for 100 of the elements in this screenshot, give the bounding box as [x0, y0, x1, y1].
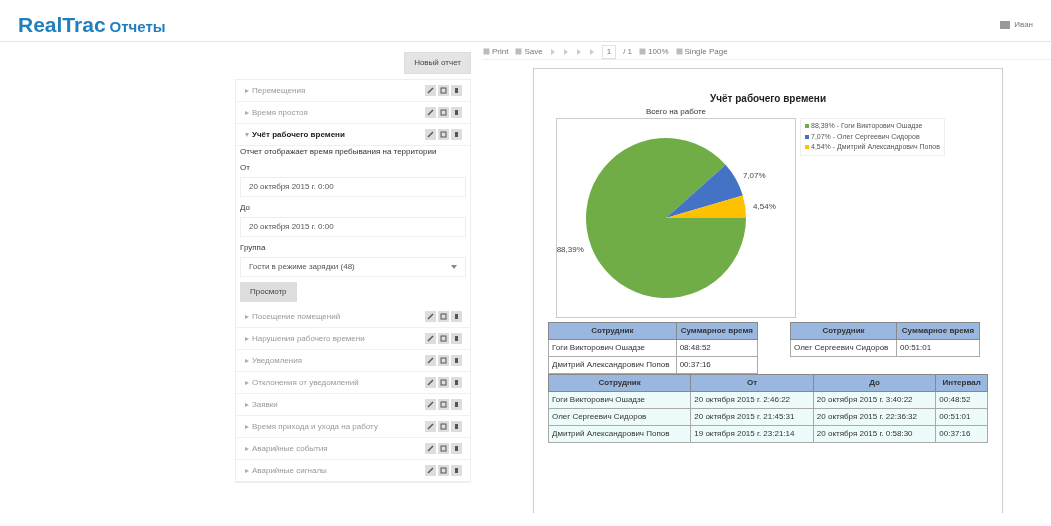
user-menu[interactable]: Иван — [1014, 18, 1033, 31]
edit-icon — [426, 130, 435, 139]
caret-icon[interactable] — [244, 335, 250, 342]
data-label: 4,54% — [753, 201, 776, 211]
caret-icon[interactable] — [244, 313, 250, 320]
edit-button[interactable] — [425, 443, 436, 454]
copy-button[interactable] — [438, 355, 449, 366]
delete-button[interactable] — [451, 85, 462, 96]
column-header: От — [690, 374, 814, 392]
delete-icon — [452, 444, 461, 453]
copy-icon — [439, 444, 448, 453]
column-header: Сотрудник — [548, 322, 677, 340]
report-description: Отчет отображает время пребывания на территории — [240, 146, 438, 158]
date-field[interactable]: 20 октября 2015 г. 0:00 — [240, 177, 466, 197]
edit-button[interactable] — [425, 311, 436, 322]
delete-button[interactable] — [451, 129, 462, 140]
delete-button[interactable] — [451, 333, 462, 344]
delete-icon — [452, 466, 461, 475]
delete-button[interactable] — [451, 465, 462, 476]
table-cell: 00:51:01 — [896, 339, 980, 357]
caret-icon[interactable] — [244, 401, 250, 408]
delete-button[interactable] — [451, 399, 462, 410]
copy-icon — [439, 400, 448, 409]
report-name[interactable]: Время простоя — [252, 106, 308, 119]
save-button[interactable]: Save — [515, 45, 543, 58]
page-total: / 1 — [623, 45, 633, 58]
caret-icon[interactable] — [244, 467, 250, 474]
logo[interactable]: RealTrac — [18, 8, 106, 41]
copy-icon — [439, 108, 448, 117]
edit-button[interactable] — [425, 107, 436, 118]
copy-button[interactable] — [438, 443, 449, 454]
new-report-button[interactable]: Новый отчет — [404, 52, 471, 74]
report-name[interactable]: Посещение помещений — [252, 310, 341, 323]
edit-button[interactable] — [425, 377, 436, 388]
group-select[interactable]: Гости в режиме зарядки (48) — [240, 257, 466, 277]
edit-button[interactable] — [425, 465, 436, 476]
column-header: Сотрудник — [790, 322, 897, 340]
chevron-icon — [451, 265, 457, 269]
copy-button[interactable] — [438, 465, 449, 476]
copy-button[interactable] — [438, 421, 449, 432]
copy-button[interactable] — [438, 377, 449, 388]
caret-icon[interactable] — [244, 109, 250, 116]
page-field[interactable]: 1 — [601, 44, 617, 59]
edit-icon — [426, 422, 435, 431]
report-name[interactable]: Перемещения — [252, 84, 306, 97]
edit-button[interactable] — [425, 333, 436, 344]
edit-button[interactable] — [425, 421, 436, 432]
edit-button[interactable] — [425, 355, 436, 366]
caret-icon[interactable] — [244, 379, 250, 386]
zoom-button[interactable]: 100% — [639, 45, 669, 58]
report-name[interactable]: Аварийные события — [252, 442, 328, 455]
copy-button[interactable] — [438, 129, 449, 140]
edit-icon — [426, 108, 435, 117]
edit-icon — [426, 312, 435, 321]
delete-button[interactable] — [451, 421, 462, 432]
copy-button[interactable] — [438, 333, 449, 344]
delete-button[interactable] — [451, 377, 462, 388]
view-button[interactable]: Просмотр — [240, 282, 297, 302]
print-button[interactable]: Print — [483, 45, 509, 58]
table-cell: 00:37:16 — [676, 356, 758, 374]
delete-icon — [452, 400, 461, 409]
caret-icon[interactable] — [244, 423, 250, 430]
edit-icon — [426, 86, 435, 95]
table-cell: 08:48:52 — [676, 339, 758, 357]
report-name[interactable]: Учёт рабочего времени — [252, 128, 345, 141]
copy-icon — [439, 86, 448, 95]
caret-icon[interactable] — [244, 131, 250, 138]
report-name[interactable]: Время прихода и ухода на работу — [252, 420, 378, 433]
copy-icon — [439, 378, 448, 387]
report-name[interactable]: Заявки — [252, 398, 278, 411]
report-name[interactable]: Уведомления — [252, 354, 303, 367]
edit-button[interactable] — [425, 129, 436, 140]
field-label: До — [240, 202, 251, 214]
report-name[interactable]: Аварийные сигналы — [252, 464, 327, 477]
date-field[interactable]: 20 октября 2015 г. 0:00 — [240, 217, 466, 237]
delete-button[interactable] — [451, 107, 462, 118]
copy-button[interactable] — [438, 107, 449, 118]
edit-button[interactable] — [425, 399, 436, 410]
report-title: Учёт рабочего времени — [708, 92, 828, 106]
copy-icon — [439, 334, 448, 343]
delete-button[interactable] — [451, 311, 462, 322]
table-cell: Олег Сергеевич Сидоров — [790, 339, 897, 357]
table-cell: Гоги Викторович Ошадзе — [548, 339, 677, 357]
data-label: 7,07% — [742, 171, 766, 181]
edit-icon — [426, 356, 435, 365]
report-name[interactable]: Отклонения от уведомлений — [252, 376, 359, 389]
edit-icon — [426, 400, 435, 409]
copy-button[interactable] — [438, 399, 449, 410]
view-mode-button[interactable]: Single Page — [675, 45, 728, 58]
report-name[interactable]: Нарушения рабочего времени — [252, 332, 365, 345]
delete-button[interactable] — [451, 443, 462, 454]
caret-icon[interactable] — [244, 357, 250, 364]
delete-button[interactable] — [451, 355, 462, 366]
caret-icon[interactable] — [244, 445, 250, 452]
caret-icon[interactable] — [244, 87, 250, 94]
copy-button[interactable] — [438, 85, 449, 96]
copy-button[interactable] — [438, 311, 449, 322]
delete-icon — [452, 130, 461, 139]
column-header: Сотрудник — [548, 374, 691, 392]
edit-button[interactable] — [425, 85, 436, 96]
